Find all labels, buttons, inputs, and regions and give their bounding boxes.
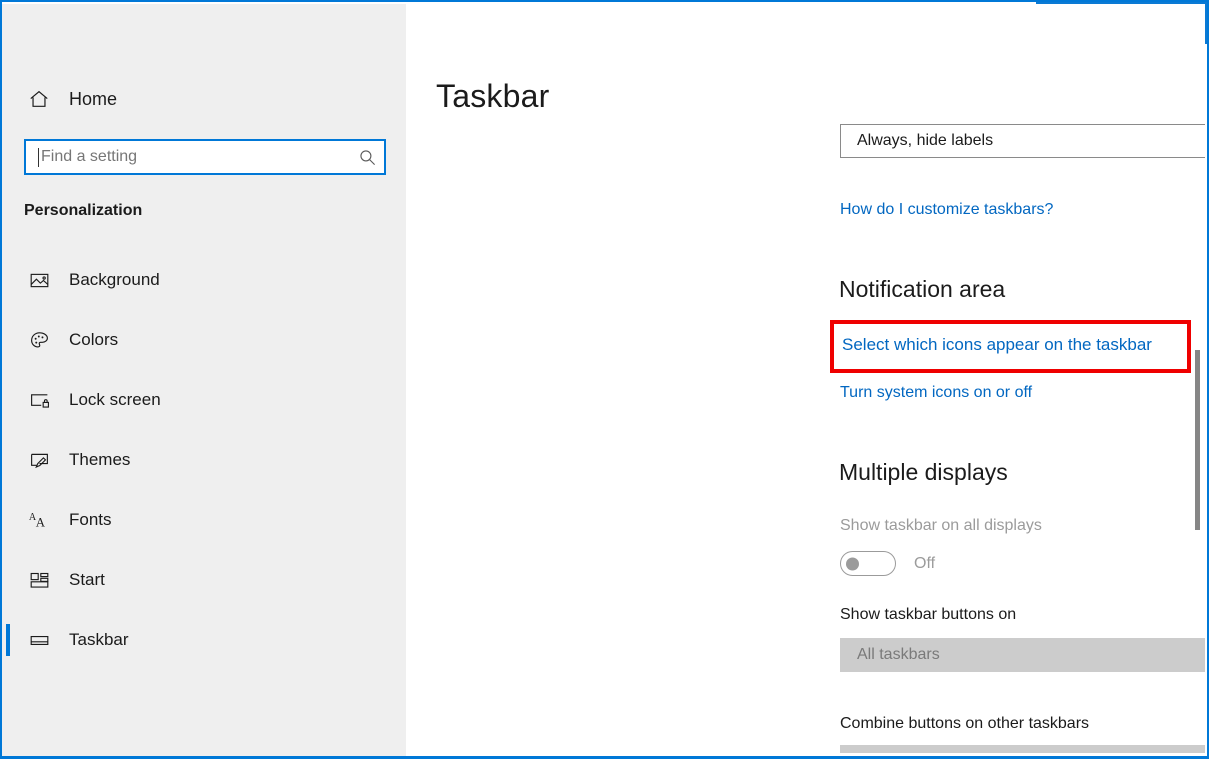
notification-area-heading: Notification area [839,276,1005,303]
customize-taskbars-link[interactable]: How do I customize taskbars? [840,201,1053,219]
taskbar-mode-dropdown[interactable]: Always, hide labels [840,124,1205,158]
sidebar-item-label: Background [69,270,160,290]
svg-text:A: A [36,515,46,529]
show-taskbar-buttons-on-value: All taskbars [857,646,1205,664]
themes-brush-icon [22,450,56,471]
picture-icon [22,270,56,291]
sidebar-item-label: Fonts [69,510,112,530]
content-scrollbar[interactable] [1191,4,1205,753]
taskbar-mode-value: Always, hide labels [857,132,1205,150]
combine-buttons-label: Combine buttons on other taskbars [840,715,1089,733]
sidebar-item-fonts[interactable]: A A Fonts [2,490,406,550]
scrollbar-thumb[interactable] [1195,350,1200,530]
selection-indicator [6,624,10,656]
sidebar-item-colors[interactable]: Colors [2,310,406,370]
sidebar-item-start[interactable]: Start [2,550,406,610]
show-taskbar-all-displays-label: Show taskbar on all displays [840,517,1042,535]
palette-icon [22,330,56,351]
select-icons-link[interactable]: Select which icons appear on the taskbar [842,335,1152,355]
sidebar-item-lock-screen[interactable]: Lock screen [2,370,406,430]
fonts-aa-icon: A A [22,509,56,531]
sidebar-item-home-label: Home [69,89,117,110]
system-icons-link[interactable]: Turn system icons on or off [840,384,1032,402]
settings-window: Settings [0,0,1209,759]
taskbar-icon [22,630,56,651]
show-taskbar-buttons-on-dropdown[interactable]: All taskbars [840,638,1205,672]
sidebar-nav-list: Background Colors [2,250,406,670]
multiple-displays-heading: Multiple displays [839,459,1008,486]
lock-screen-icon [22,390,56,411]
search-input[interactable] [39,142,350,172]
home-icon [22,88,56,110]
sidebar-item-background[interactable]: Background [2,250,406,310]
sidebar-item-themes[interactable]: Themes [2,430,406,490]
show-taskbar-all-displays-toggle-row: Off [840,551,935,576]
sidebar-item-label: Themes [69,450,130,470]
sidebar-item-home[interactable]: Home [2,76,406,122]
main-content: Taskbar Always, hide labels How do I cus… [406,4,1205,753]
toggle-knob [846,557,859,570]
show-taskbar-all-displays-toggle[interactable] [840,551,896,576]
page-title: Taskbar [436,78,549,115]
sidebar-item-label: Start [69,570,105,590]
search-box[interactable] [24,139,386,175]
sidebar-item-label: Lock screen [69,390,161,410]
sidebar-category-title: Personalization [24,202,142,220]
start-tiles-icon [22,570,56,591]
sidebar-item-label: Colors [69,330,118,350]
sidebar-item-label: Taskbar [69,630,129,650]
show-taskbar-buttons-on-label: Show taskbar buttons on [840,606,1016,624]
sidebar-item-taskbar[interactable]: Taskbar [2,610,406,670]
combine-buttons-dropdown[interactable] [840,745,1205,753]
search-icon[interactable] [350,148,384,167]
sidebar: Home Personalization [2,4,406,758]
toggle-state-label: Off [914,555,935,573]
